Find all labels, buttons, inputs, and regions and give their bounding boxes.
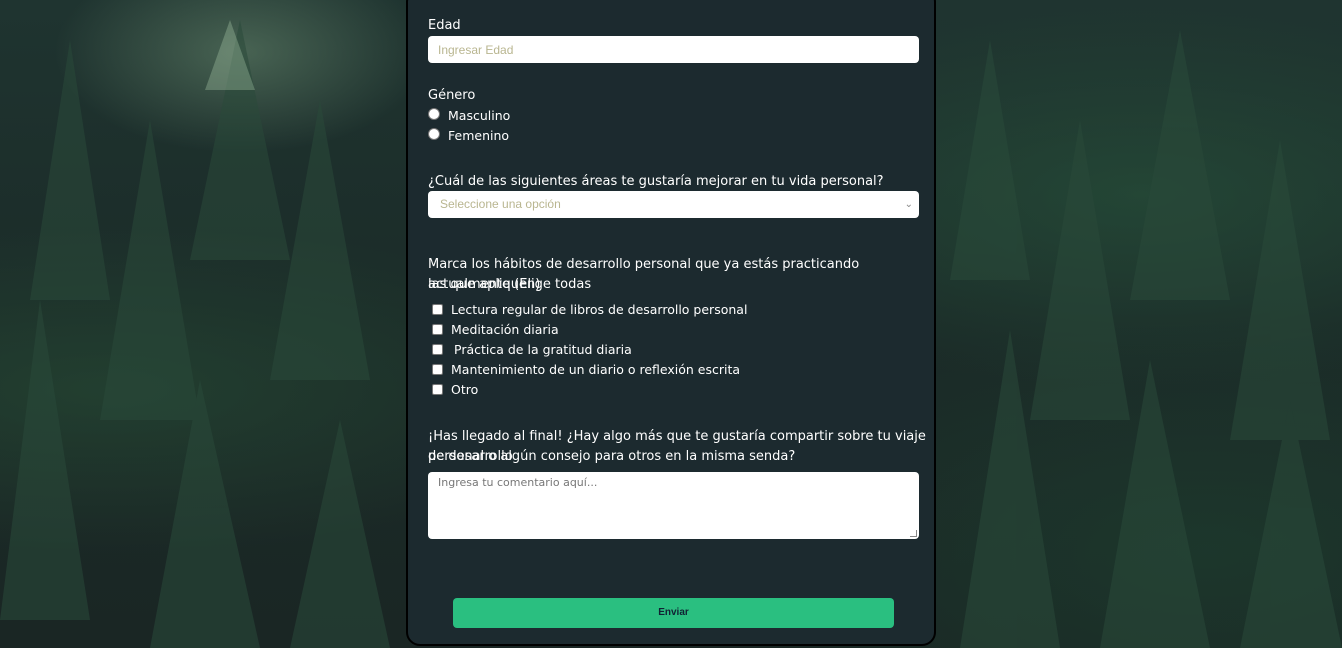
- checkbox-label-otro: Otro: [451, 382, 479, 397]
- area-select[interactable]: Seleccione una opción ⌄: [428, 191, 919, 218]
- checkbox-meditacion[interactable]: [432, 324, 443, 335]
- radio-label-masculino: Masculino: [448, 108, 511, 123]
- comment-textarea[interactable]: Ingresa tu comentario aquí...: [428, 472, 919, 539]
- gender-label: Género: [428, 88, 476, 103]
- checkbox-lectura[interactable]: [432, 304, 443, 315]
- chevron-down-icon: ⌄: [904, 199, 913, 210]
- checkbox-label-diario: Mantenimiento de un diario o reflexión e…: [451, 362, 741, 377]
- comment-label-line2: personal o algún consejo para otros en l…: [428, 449, 796, 464]
- checkbox-label-gratitud: Práctica de la gratitud diaria: [454, 342, 632, 357]
- age-label: Edad: [428, 18, 461, 33]
- checkbox-diario[interactable]: [432, 364, 443, 375]
- age-input[interactable]: [428, 36, 919, 63]
- radio-label-femenino: Femenino: [448, 128, 510, 143]
- checkbox-label-meditacion: Meditación diaria: [451, 322, 559, 337]
- habits-label-line2: las que apliquen): [428, 277, 541, 292]
- radio-femenino[interactable]: [428, 128, 440, 140]
- checkbox-gratitud[interactable]: [432, 344, 443, 355]
- checkbox-label-lectura: Lectura regular de libros de desarrollo …: [451, 302, 748, 317]
- comment-placeholder: Ingresa tu comentario aquí...: [438, 476, 598, 489]
- area-select-value: Seleccione una opción: [440, 197, 561, 211]
- resize-handle-icon[interactable]: [910, 530, 917, 537]
- submit-button[interactable]: Enviar: [453, 598, 894, 628]
- checkbox-otro[interactable]: [432, 384, 443, 395]
- survey-form: Edad Género Masculino Femenino ¿Cuál de …: [406, 0, 936, 646]
- radio-masculino[interactable]: [428, 108, 440, 120]
- area-label: ¿Cuál de las siguientes áreas te gustarí…: [428, 174, 884, 189]
